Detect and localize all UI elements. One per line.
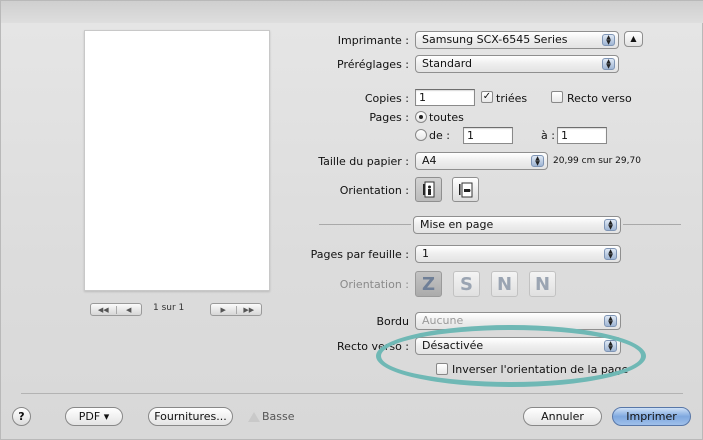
two-sided-label: Recto verso — [567, 92, 632, 105]
preview-nav-forward-group[interactable]: ▶ ▶▶ — [210, 303, 262, 316]
print-dialog: ◀◀ ◀ 1 sur 1 ▶ ▶▶ Imprimante : Samsung S… — [0, 0, 703, 440]
preview-nav-back-group[interactable]: ◀◀ ◀ — [90, 303, 142, 316]
pages-all-label: toutes — [429, 111, 464, 124]
layout-orientation-label: Orientation : — [339, 278, 409, 291]
layout-direction-n-reverse-button[interactable]: N — [529, 271, 556, 297]
paper-dimensions: 20,99 cm sur 29,70 — [553, 156, 641, 166]
border-label: Bordu — [376, 315, 409, 328]
print-button[interactable]: Imprimer — [612, 407, 691, 426]
help-button[interactable]: ? — [12, 407, 31, 426]
cancel-button[interactable]: Annuler — [523, 407, 602, 426]
section-popup-value: Mise en page — [420, 218, 494, 231]
pages-all-radio[interactable] — [415, 111, 427, 123]
pages-per-sheet-value: 1 — [422, 247, 429, 260]
disclosure-triangle-icon: ▲ — [630, 34, 637, 43]
printer-popup[interactable]: Samsung SCX-6545 Series ▲ ▼ — [415, 31, 619, 49]
popup-arrows-icon: ▲ ▼ — [604, 315, 617, 327]
page-preview — [84, 30, 270, 291]
disclosure-button[interactable]: ▲ — [624, 31, 643, 47]
pages-from-label: de : — [429, 129, 450, 142]
previous-page-button[interactable]: ◀ — [115, 305, 142, 314]
pdf-menu-button[interactable]: PDF ▾ — [65, 407, 123, 426]
landscape-orientation-button[interactable] — [452, 177, 479, 202]
presets-popup[interactable]: Standard ▲ ▼ — [415, 55, 619, 73]
duplex-value: Désactivée — [422, 339, 484, 352]
paper-size-label: Taille du papier : — [318, 155, 409, 168]
popup-arrows-icon: ▲ ▼ — [531, 155, 544, 167]
paper-size-value: A4 — [422, 154, 437, 167]
layout-direction-n-button[interactable]: N — [491, 271, 518, 297]
highlight-ring — [376, 325, 646, 387]
border-value: Aucune — [422, 314, 464, 327]
pages-per-sheet-popup[interactable]: 1 ▲ ▼ — [415, 245, 621, 263]
low-supply-label: Basse — [262, 410, 295, 423]
landscape-icon — [458, 182, 472, 197]
printer-value: Samsung SCX-6545 Series — [422, 33, 568, 46]
pages-from-field[interactable]: 1 — [463, 127, 513, 144]
collated-checkbox[interactable]: ✓ — [481, 91, 493, 103]
pages-range-radio[interactable] — [415, 129, 427, 141]
last-page-button[interactable]: ▶▶ — [235, 305, 262, 314]
popup-arrows-icon: ▲ ▼ — [604, 248, 617, 260]
popup-arrows-icon: ▲ ▼ — [604, 340, 617, 352]
first-page-button[interactable]: ◀◀ — [91, 306, 116, 314]
portrait-orientation-button[interactable] — [415, 177, 442, 202]
duplex-popup[interactable]: Désactivée ▲ ▼ — [415, 337, 621, 355]
popup-arrows-icon: ▲ ▼ — [602, 58, 615, 70]
section-separator-left — [319, 224, 411, 225]
next-page-button[interactable]: ▶ — [211, 306, 236, 314]
orientation-label: Orientation : — [339, 184, 409, 197]
pages-to-label: à : — [541, 129, 555, 142]
warning-icon — [248, 412, 260, 422]
layout-direction-s-button[interactable]: S — [453, 271, 480, 297]
collated-label: triées — [496, 92, 528, 105]
popup-arrows-icon: ▲ ▼ — [602, 34, 615, 46]
reverse-orientation-checkbox[interactable] — [436, 363, 448, 375]
page-indicator: 1 sur 1 — [153, 303, 185, 313]
footer-separator — [21, 393, 683, 394]
copies-label: Copies : — [364, 92, 409, 105]
two-sided-checkbox[interactable] — [551, 91, 563, 103]
section-popup[interactable]: Mise en page ▲ ▼ — [413, 216, 621, 234]
duplex-label: Recto verso : — [337, 340, 409, 353]
pages-to-field[interactable]: 1 — [557, 127, 607, 144]
supplies-button[interactable]: Fournitures... — [148, 407, 233, 426]
copies-field[interactable]: 1 — [415, 89, 475, 106]
printer-label: Imprimante : — [337, 34, 409, 47]
section-separator-right — [623, 224, 681, 225]
border-popup[interactable]: Aucune ▲ ▼ — [415, 312, 621, 330]
pages-label: Pages : — [369, 111, 409, 124]
layout-direction-z-button[interactable]: Z — [415, 271, 442, 297]
portrait-icon — [422, 181, 434, 197]
paper-size-popup[interactable]: A4 ▲ ▼ — [415, 152, 548, 170]
presets-label: Préréglages : — [337, 58, 409, 71]
popup-arrows-icon: ▲ ▼ — [604, 219, 617, 231]
dialog-top-band — [1, 1, 703, 23]
pages-per-sheet-label: Pages par feuille : — [310, 248, 409, 261]
reverse-orientation-label: Inverser l'orientation de la page — [452, 363, 629, 376]
presets-value: Standard — [422, 57, 473, 70]
